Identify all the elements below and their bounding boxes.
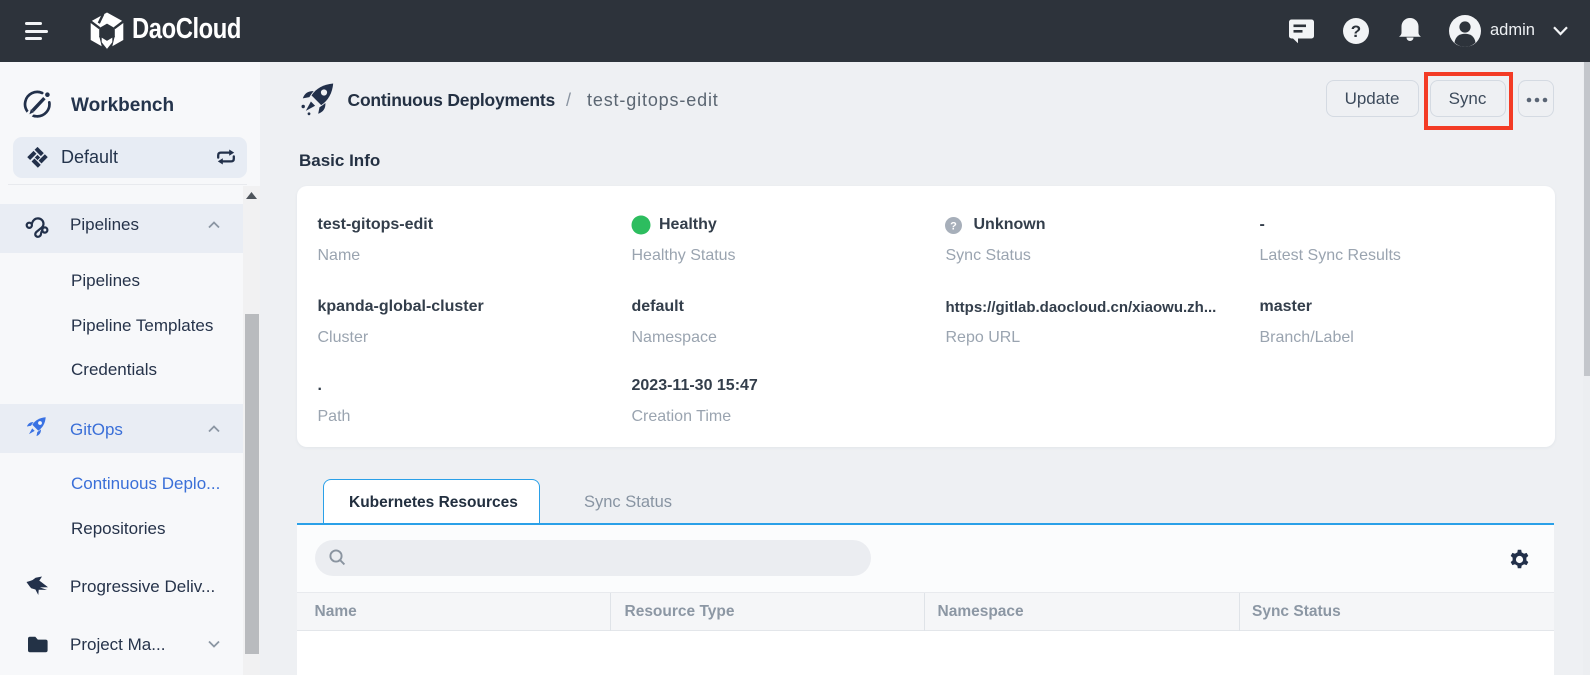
svg-text:?: ? bbox=[950, 221, 957, 233]
svg-text:?: ? bbox=[1351, 22, 1361, 41]
